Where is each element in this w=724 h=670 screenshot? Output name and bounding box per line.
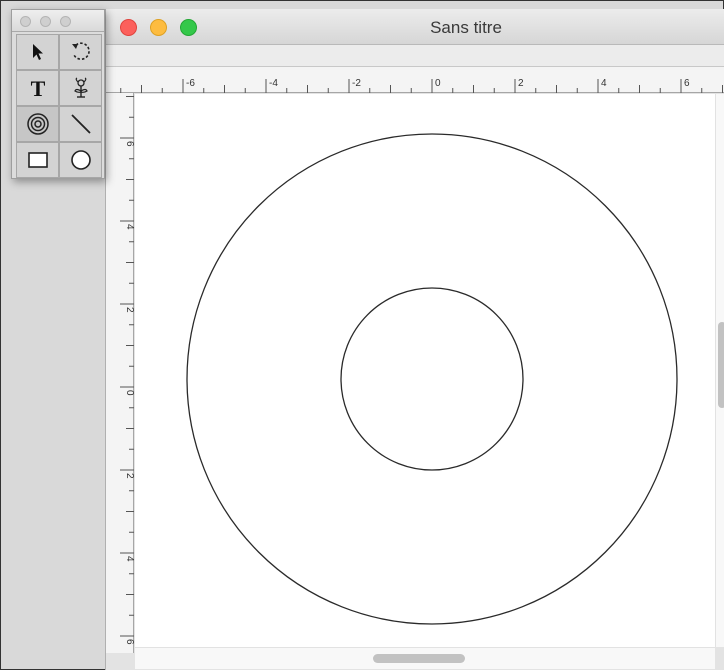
- drawing-surface[interactable]: [135, 94, 715, 647]
- document-window: Sans titre -6 -4 -2 0 2 4 6 6 4 2 0 2 4 6: [105, 9, 724, 670]
- ruler-label: -4: [269, 78, 278, 89]
- maximize-button[interactable]: [180, 19, 197, 36]
- inner-circle[interactable]: [340, 287, 524, 471]
- ruler-label: 0: [435, 78, 441, 89]
- tool-grid: T: [16, 34, 102, 178]
- palette-minimize-button[interactable]: [40, 16, 51, 27]
- drawing-canvas[interactable]: [135, 94, 715, 647]
- vertical-scrollbar[interactable]: [715, 94, 724, 647]
- circle-icon: [70, 150, 91, 170]
- palette-title-bar[interactable]: [12, 10, 104, 32]
- select-tool[interactable]: [16, 34, 59, 70]
- rectangle-tool[interactable]: [16, 142, 59, 178]
- horizontal-scroll-thumb[interactable]: [373, 654, 465, 663]
- text-tool[interactable]: T: [16, 70, 59, 106]
- horizontal-ruler: -6 -4 -2 0 2 4 6: [106, 67, 724, 93]
- target-icon: [26, 113, 49, 135]
- concentric-circles-tool[interactable]: [16, 106, 59, 142]
- toolbar-strip: [106, 45, 724, 67]
- vertical-scroll-thumb[interactable]: [718, 322, 724, 408]
- ruler-label: 4: [124, 224, 134, 230]
- arrow-pointer-icon: [32, 44, 43, 60]
- ruler-label: 2: [124, 473, 134, 479]
- rotate-icon: [71, 42, 90, 60]
- ruler-label: 2: [124, 307, 134, 313]
- line-tool[interactable]: [59, 106, 102, 142]
- ruler-label: 4: [124, 556, 134, 562]
- vertical-ruler: 6 4 2 0 2 4 6: [106, 93, 135, 653]
- horizontal-ruler-scale: -6 -4 -2 0 2 4 6: [120, 78, 723, 93]
- ruler-label: 0: [124, 390, 134, 396]
- title-bar[interactable]: Sans titre: [106, 9, 724, 45]
- minimize-button[interactable]: [150, 19, 167, 36]
- tool-palette: T: [11, 9, 105, 179]
- rectangle-icon: [27, 152, 48, 168]
- close-button[interactable]: [120, 19, 137, 36]
- vertical-ruler-scale: 6 4 2 0 2 4 6: [120, 96, 135, 645]
- ruler-label: 6: [684, 78, 690, 89]
- ruler-label: -6: [186, 78, 195, 89]
- horizontal-scrollbar[interactable]: [135, 647, 715, 669]
- ruler-label: 6: [124, 639, 134, 645]
- ruler-label: 4: [601, 78, 607, 89]
- outer-circle[interactable]: [186, 133, 678, 625]
- screenshot-frame: Sans titre -6 -4 -2 0 2 4 6 6 4 2 0 2 4 6 T: [0, 0, 724, 670]
- text-T-icon: T: [30, 76, 45, 100]
- window-title: Sans titre: [430, 18, 502, 37]
- diagonal-line-icon: [70, 114, 91, 134]
- symbol-tool[interactable]: [59, 70, 102, 106]
- palette-close-button[interactable]: [20, 16, 31, 27]
- ruler-label: 6: [124, 141, 134, 147]
- ruler-label: 2: [518, 78, 524, 89]
- palette-zoom-button[interactable]: [60, 16, 71, 27]
- ellipse-tool[interactable]: [59, 142, 102, 178]
- rotate-tool[interactable]: [59, 34, 102, 70]
- ruler-label: -2: [352, 78, 361, 89]
- text-tool-glyph: T: [30, 76, 45, 100]
- flower-icon: [73, 77, 88, 98]
